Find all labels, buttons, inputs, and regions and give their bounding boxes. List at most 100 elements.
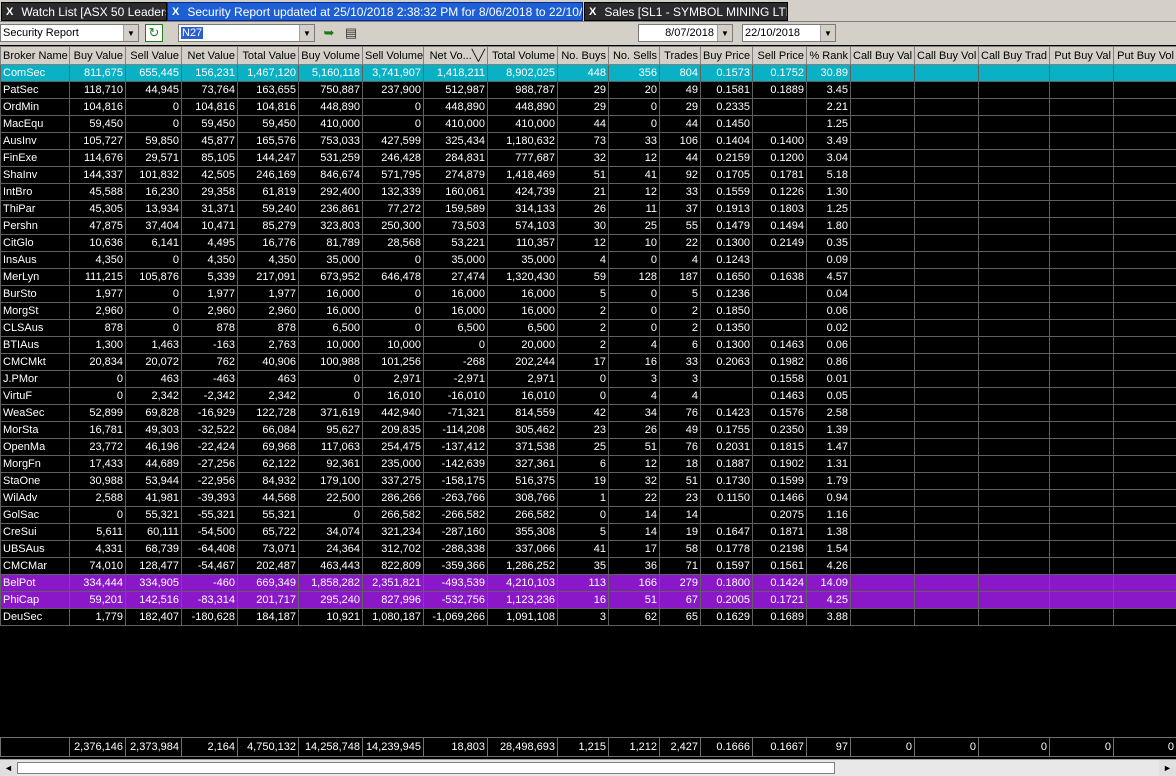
date-from-picker[interactable]: 8/07/2018 ▼ xyxy=(638,24,733,42)
column-header[interactable]: Buy Volume xyxy=(298,46,363,65)
table-row[interactable]: DeuSec 1,779 182,407 -180,628 184,187 10,921 1… xyxy=(0,608,1176,626)
chevron-down-icon[interactable]: ▼ xyxy=(717,25,732,41)
table-cell xyxy=(978,387,1050,405)
close-icon[interactable]: X xyxy=(172,6,179,18)
column-header[interactable]: Total Volume xyxy=(487,46,558,65)
scroll-right-icon[interactable]: ► xyxy=(1159,760,1176,776)
column-header[interactable]: Buy Price xyxy=(700,46,753,65)
table-row[interactable]: MorgSt 2,960 0 2,960 2,960 16,000 0 16,000 16,00… xyxy=(0,302,1176,320)
column-header[interactable]: Put Buy Vol xyxy=(1113,46,1176,65)
column-header[interactable]: Put Buy Val xyxy=(1049,46,1114,65)
chevron-down-icon[interactable]: ▼ xyxy=(299,25,314,41)
date-to-picker[interactable]: 22/10/2018 ▼ xyxy=(742,24,836,42)
column-header[interactable]: Buy Value xyxy=(69,46,126,65)
table-row[interactable]: GolSac 0 55,321 -55,321 55,321 0 266,582 -266,5… xyxy=(0,506,1176,524)
table-cell: 463,443 xyxy=(298,557,363,575)
table-cell: 118,710 xyxy=(69,81,126,99)
column-header[interactable]: Sell Volume xyxy=(362,46,424,65)
report-type-select[interactable]: Security Report ▼ xyxy=(0,24,139,42)
table-cell: 827,996 xyxy=(362,591,424,609)
table-row[interactable]: CLSAus 878 0 878 878 6,500 0 6,500 6,500 2 0 2 0.135… xyxy=(0,319,1176,337)
close-icon[interactable]: X xyxy=(589,6,596,18)
column-header[interactable]: Sell Price xyxy=(752,46,807,65)
table-row[interactable]: StaOne 30,988 53,944 -22,956 84,932 179,100 33… xyxy=(0,472,1176,490)
table-cell xyxy=(914,472,979,490)
table-cell: 0.09 xyxy=(806,251,851,269)
table-row[interactable]: ComSec 811,675 655,445 156,231 1,467,120 5,16… xyxy=(0,64,1176,82)
table-row[interactable]: UBSAus 4,331 68,739 -64,408 73,071 24,364 312,… xyxy=(0,540,1176,558)
table-cell xyxy=(914,438,979,456)
table-row[interactable]: IntBro 45,588 16,230 29,358 61,819 292,400 132… xyxy=(0,183,1176,201)
tab-security-report[interactable]: X Security Report updated at 25/10/2018 … xyxy=(167,2,583,21)
table-row[interactable]: ShaInv 144,337 101,832 42,505 246,169 846,674… xyxy=(0,166,1176,184)
column-header[interactable]: Call Buy Vol xyxy=(914,46,979,65)
symbol-select[interactable]: N27 ▼ xyxy=(178,24,315,42)
table-cell xyxy=(914,489,979,507)
table-row[interactable]: CreSui 5,611 60,111 -54,500 65,722 34,074 321,… xyxy=(0,523,1176,541)
table-row[interactable]: CMCMkt 20,834 20,072 762 40,906 100,988 101,25… xyxy=(0,353,1176,371)
table-row[interactable]: PhiCap 59,201 142,516 -83,314 201,717 295,240… xyxy=(0,591,1176,609)
refresh-icon[interactable]: ↻ xyxy=(145,24,163,42)
table-cell: 0.1781 xyxy=(752,166,807,184)
table-row[interactable]: AusInv 105,727 59,850 45,877 165,576 753,033 4… xyxy=(0,132,1176,150)
table-cell xyxy=(1049,404,1114,422)
column-header[interactable]: % Rank xyxy=(806,46,851,65)
table-cell: 305,462 xyxy=(487,421,558,439)
table-row[interactable]: MacEqu 59,450 0 59,450 59,450 410,000 0 410,000… xyxy=(0,115,1176,133)
close-icon[interactable]: X xyxy=(6,6,13,18)
chevron-down-icon[interactable]: ▼ xyxy=(820,25,835,41)
column-header[interactable]: Total Value xyxy=(237,46,299,65)
table-row[interactable]: FinExe 114,676 29,571 85,105 144,247 531,259 2… xyxy=(0,149,1176,167)
column-header[interactable]: Sell Value xyxy=(125,46,182,65)
table-cell xyxy=(978,217,1050,235)
table-row[interactable]: Pershn 47,875 37,404 10,471 85,279 323,803 250… xyxy=(0,217,1176,235)
column-header[interactable]: Broker Name xyxy=(0,46,70,65)
table-cell: 0.1150 xyxy=(700,489,753,507)
chevron-down-icon[interactable]: ▼ xyxy=(123,25,138,41)
table-cell: 44,568 xyxy=(237,489,299,507)
table-row[interactable]: J.PMor 0 463 -463 463 0 2,971 -2,971 2,971 0 3 3 0.1… xyxy=(0,370,1176,388)
export-icon[interactable]: ▤ xyxy=(342,24,360,42)
table-row[interactable]: MorSta 16,781 49,303 -32,522 66,084 95,627 209… xyxy=(0,421,1176,439)
table-cell: 323,803 xyxy=(298,217,363,235)
table-row[interactable]: PatSec 118,710 44,945 73,764 163,655 750,887 2… xyxy=(0,81,1176,99)
table-row[interactable]: WilAdv 2,588 41,981 -39,393 44,568 22,500 286,… xyxy=(0,489,1176,507)
table-cell: 47,875 xyxy=(69,217,126,235)
table-row[interactable]: WeaSec 52,899 69,828 -16,929 122,728 371,619 4… xyxy=(0,404,1176,422)
table-row[interactable]: BelPot 334,444 334,905 -460 669,349 1,858,282… xyxy=(0,574,1176,592)
go-icon[interactable]: ➥ xyxy=(320,24,338,42)
table-cell xyxy=(1113,64,1176,82)
table-row[interactable]: ThiPar 45,305 13,934 31,371 59,240 236,861 77,… xyxy=(0,200,1176,218)
table-cell: 22 xyxy=(608,489,660,507)
column-header[interactable]: Net Value xyxy=(181,46,238,65)
tab-sales[interactable]: X Sales [SL1 - SYMBOL MINING LTD] xyxy=(584,2,788,21)
column-header[interactable]: Call Buy Trad xyxy=(978,46,1050,65)
scrollbar-thumb[interactable] xyxy=(17,762,835,774)
table-row[interactable]: MorgFn 17,433 44,689 -27,256 62,122 92,361 235… xyxy=(0,455,1176,473)
column-header[interactable]: No. Buys xyxy=(557,46,609,65)
table-cell xyxy=(1049,421,1114,439)
table-row[interactable]: BTIAus 1,300 1,463 -163 2,763 10,000 10,000 0 20… xyxy=(0,336,1176,354)
table-row[interactable]: CMCMar 74,010 128,477 -54,467 202,487 463,443… xyxy=(0,557,1176,575)
table-row[interactable]: CitGlo 10,636 6,141 4,495 16,776 81,789 28,568… xyxy=(0,234,1176,252)
table-cell xyxy=(850,591,915,609)
table-cell xyxy=(1049,268,1114,286)
broker-name-cell: OrdMin xyxy=(0,98,70,116)
table-cell: -142,639 xyxy=(423,455,488,473)
broker-name-cell: J.PMor xyxy=(0,370,70,388)
table-row[interactable]: InsAus 4,350 0 4,350 4,350 35,000 0 35,000 35,00… xyxy=(0,251,1176,269)
table-cell: 55,321 xyxy=(237,506,299,524)
table-row[interactable]: OpenMa 23,772 46,196 -22,424 69,968 117,063 25… xyxy=(0,438,1176,456)
table-row[interactable]: MerLyn 111,215 105,876 5,339 217,091 673,952 6… xyxy=(0,268,1176,286)
column-header[interactable]: Call Buy Val xyxy=(850,46,915,65)
table-row[interactable]: VirtuF 0 2,342 -2,342 2,342 0 16,010 -16,010 16,… xyxy=(0,387,1176,405)
tab-watch-list[interactable]: X Watch List [ASX 50 Leaders] xyxy=(1,2,167,21)
column-header[interactable]: Net Vo...╲╱ xyxy=(423,46,488,65)
horizontal-scrollbar[interactable]: ◄ ► xyxy=(0,759,1176,776)
table-row[interactable]: OrdMin 104,816 0 104,816 104,816 448,890 0 448,… xyxy=(0,98,1176,116)
column-header[interactable]: No. Sells xyxy=(608,46,660,65)
scroll-left-icon[interactable]: ◄ xyxy=(0,760,17,776)
column-header[interactable]: Trades xyxy=(659,46,701,65)
broker-report-grid[interactable]: Broker Name Buy Value Sell Value Net Value T… xyxy=(0,46,1176,626)
table-row[interactable]: BurSto 1,977 0 1,977 1,977 16,000 0 16,000 16,00… xyxy=(0,285,1176,303)
